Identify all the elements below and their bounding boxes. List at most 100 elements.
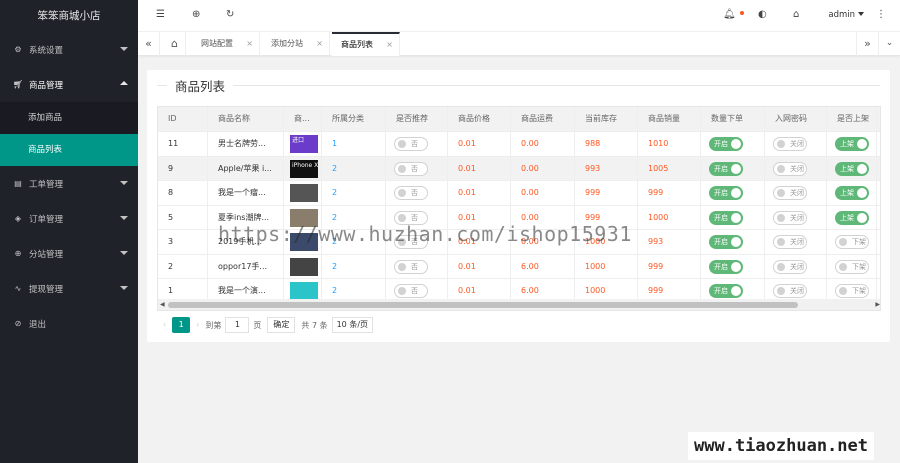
sidebar-item-tickets[interactable]: ▤ 工单管理 [0, 166, 138, 201]
confirm-button[interactable]: 确定 [267, 317, 296, 333]
col-id: 2 [158, 254, 208, 279]
sidebar-item-system[interactable]: ⚙ 系统设置 [0, 32, 138, 67]
product-thumbnail[interactable]: iPhone X [290, 159, 318, 178]
col-on-shelf: 上架 [827, 205, 877, 230]
on-shelf-toggle[interactable]: 下架 [835, 284, 869, 298]
product-thumbnail[interactable]: 进口 [290, 135, 318, 153]
sidebar-item-goods[interactable]: 🛒︎ 商品管理 [0, 67, 138, 102]
tag-icon[interactable]: ⌂ [793, 9, 799, 20]
on-shelf-toggle[interactable]: 下架 [835, 259, 869, 274]
net-password-toggle[interactable]: 关闭 [773, 259, 807, 274]
on-shelf-toggle[interactable]: 上架 [835, 137, 869, 151]
col-shipping: 6.00 [511, 254, 575, 279]
product-thumbnail[interactable] [290, 184, 318, 202]
on-shelf-toggle[interactable]: 上架 [835, 210, 869, 225]
on-shelf-toggle[interactable]: 下架 [835, 235, 869, 249]
on-shelf-toggle[interactable]: 上架 [835, 161, 869, 176]
net-password-toggle[interactable]: 关闭 [773, 284, 807, 298]
bell-icon[interactable]: 🔔︎ [723, 9, 736, 20]
col-category: 2 [322, 254, 386, 279]
horizontal-scrollbar[interactable]: ◀ ▶ [158, 299, 880, 310]
qty-order-toggle[interactable]: 开启 [709, 186, 743, 200]
on-shelf-toggle[interactable]: 上架 [835, 186, 869, 200]
globe-icon[interactable]: ⊕ [192, 9, 200, 20]
per-page-select[interactable]: 10 条/页 [331, 317, 374, 333]
recommend-toggle[interactable]: 否 [394, 284, 428, 298]
tab-add-substation[interactable]: 添加分站 × [262, 32, 330, 56]
close-icon[interactable]: × [246, 32, 253, 56]
sidebar-item-label: 分站管理 [29, 249, 64, 260]
sidebar-item-substations[interactable]: ⊕ 分站管理 [0, 236, 138, 271]
menu-toggle-icon[interactable]: ☰ [156, 9, 165, 20]
notification-dot [740, 11, 744, 15]
product-thumbnail[interactable] [290, 282, 318, 300]
page-title: 商品列表 [167, 76, 234, 95]
qty-order-toggle[interactable]: 开启 [709, 235, 743, 249]
col-on-shelf: 上架 [827, 132, 877, 156]
recommend-toggle[interactable]: 否 [394, 137, 428, 151]
toggle-label: 开启 [714, 189, 728, 197]
product-thumbnail[interactable] [290, 257, 318, 276]
total-count: 共 7 条 [301, 320, 328, 330]
page-input[interactable]: 1 [225, 317, 250, 333]
col-stock: 1000 [575, 254, 638, 279]
user-menu[interactable]: admin [828, 10, 864, 20]
qty-order-toggle[interactable]: 开启 [709, 259, 743, 274]
net-password-toggle[interactable]: 关闭 [773, 161, 807, 176]
tab-site-config[interactable]: 网站配置 × [192, 32, 260, 56]
qty-order-toggle[interactable]: 开启 [709, 137, 743, 151]
col-sales: 999 [638, 254, 701, 279]
more-icon[interactable]: ⋮ [876, 9, 886, 20]
col-sales: 1000 [638, 205, 701, 230]
col-category: 2 [322, 156, 386, 181]
toggle-label: 关闭 [790, 238, 804, 246]
scroll-right-icon[interactable]: ▶ [875, 301, 880, 308]
recommend-toggle[interactable]: 否 [394, 186, 428, 200]
tabs-scroll-right-icon[interactable]: » [856, 32, 878, 56]
theme-icon[interactable]: ◐ [758, 9, 767, 20]
table-row[interactable]: 8 我是一个瘤... 2 否 0.01 0.00 999 999 开启 关闭 上架 [158, 181, 880, 206]
qty-order-toggle[interactable]: 开启 [709, 210, 743, 225]
close-icon[interactable]: × [316, 32, 323, 56]
tab-goods-list[interactable]: 商品列表 × [332, 32, 400, 56]
toggle-label: 关闭 [790, 189, 804, 197]
net-password-toggle[interactable]: 关闭 [773, 235, 807, 249]
col-net-password: 关闭 [765, 156, 827, 181]
tabs-scroll-left-icon[interactable]: « [138, 32, 160, 56]
chevron-down-icon [120, 47, 128, 51]
tabs-dropdown-icon[interactable]: ⌄ [878, 32, 900, 56]
sidebar-subitem-add-goods[interactable]: 添加商品 [0, 102, 138, 134]
recommend-toggle[interactable]: 否 [394, 259, 428, 274]
col-shipping: 0.00 [511, 181, 575, 205]
net-password-toggle[interactable]: 关闭 [773, 186, 807, 200]
current-page[interactable]: 1 [172, 317, 191, 333]
table-row[interactable]: 9 Apple/苹果 i... iPhone X 2 否 0.01 0.00 993 1005 开… [158, 156, 880, 181]
scroll-thumb[interactable] [168, 302, 798, 308]
col-on-shelf: 下架 [827, 254, 877, 279]
toggle-label: 关闭 [790, 140, 804, 148]
refresh-icon[interactable]: ↻ [226, 9, 234, 20]
net-password-toggle[interactable]: 关闭 [773, 210, 807, 225]
table-row[interactable]: 11 男士名牌劳... 进口 1 否 0.01 0.00 988 1010 开启 关闭 上架 [158, 132, 880, 157]
qty-order-toggle[interactable]: 开启 [709, 284, 743, 298]
col-recommend: 否 [386, 181, 448, 205]
net-password-toggle[interactable]: 关闭 [773, 137, 807, 151]
sidebar-item-orders[interactable]: ◈ 订单管理 [0, 201, 138, 236]
home-icon[interactable]: ⌂ [164, 32, 186, 56]
toggle-label: 开启 [714, 213, 728, 222]
gear-icon: ⚙ [14, 45, 22, 54]
sidebar-subitem-goods-list[interactable]: 商品列表 [0, 134, 138, 166]
col-recommend: 否 [386, 156, 448, 181]
content-card: 商品列表 ID 商品名称 商... 所属分类 是否推荐 商品价格 商品运费 当前库存 商品销量数… [147, 70, 890, 342]
table-row[interactable]: 2 oppor17手... 2 否 0.01 6.00 1000 999 开启 关闭 下架 [158, 254, 880, 279]
sidebar-item-logout[interactable]: ⊘ 退出 [0, 306, 138, 341]
next-page-icon[interactable]: › [190, 317, 205, 333]
prev-page-icon[interactable]: ‹ [157, 317, 172, 333]
close-icon[interactable]: × [386, 34, 393, 55]
scroll-left-icon[interactable]: ◀ [160, 301, 165, 308]
qty-order-toggle[interactable]: 开启 [709, 161, 743, 176]
recommend-toggle[interactable]: 否 [394, 161, 428, 176]
sidebar-item-label: 订单管理 [29, 214, 64, 225]
sidebar-submenu: 添加商品 商品列表 [0, 102, 138, 166]
sidebar-item-withdraw[interactable]: ∿ 提现管理 [0, 271, 138, 306]
